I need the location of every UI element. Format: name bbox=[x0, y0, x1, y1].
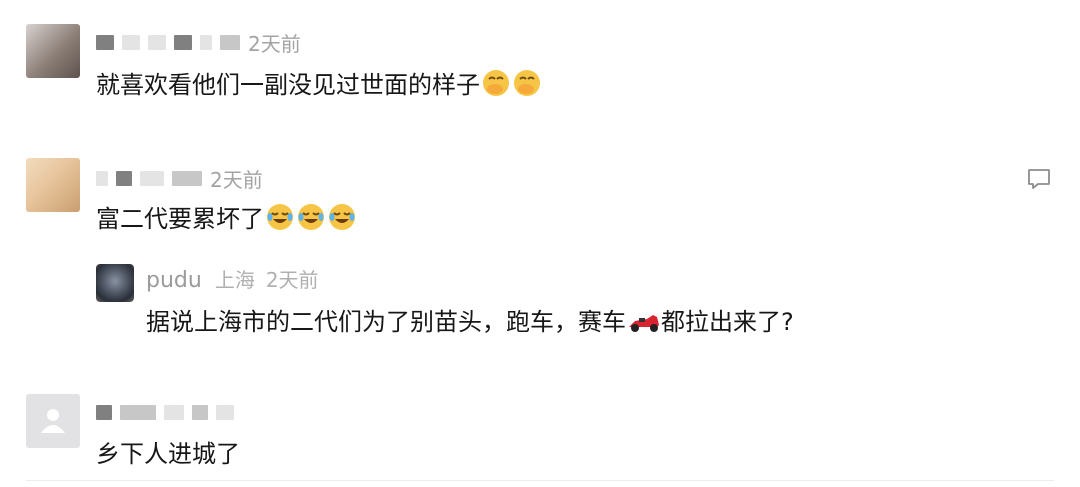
person-silhouette-icon bbox=[41, 409, 65, 433]
avatar[interactable] bbox=[26, 394, 80, 448]
divider bbox=[26, 480, 1054, 481]
comment-item: 乡下人进城了 bbox=[0, 0, 1080, 487]
comment-text: 乡下人进城了 bbox=[96, 440, 240, 468]
username-redacted bbox=[96, 400, 234, 424]
